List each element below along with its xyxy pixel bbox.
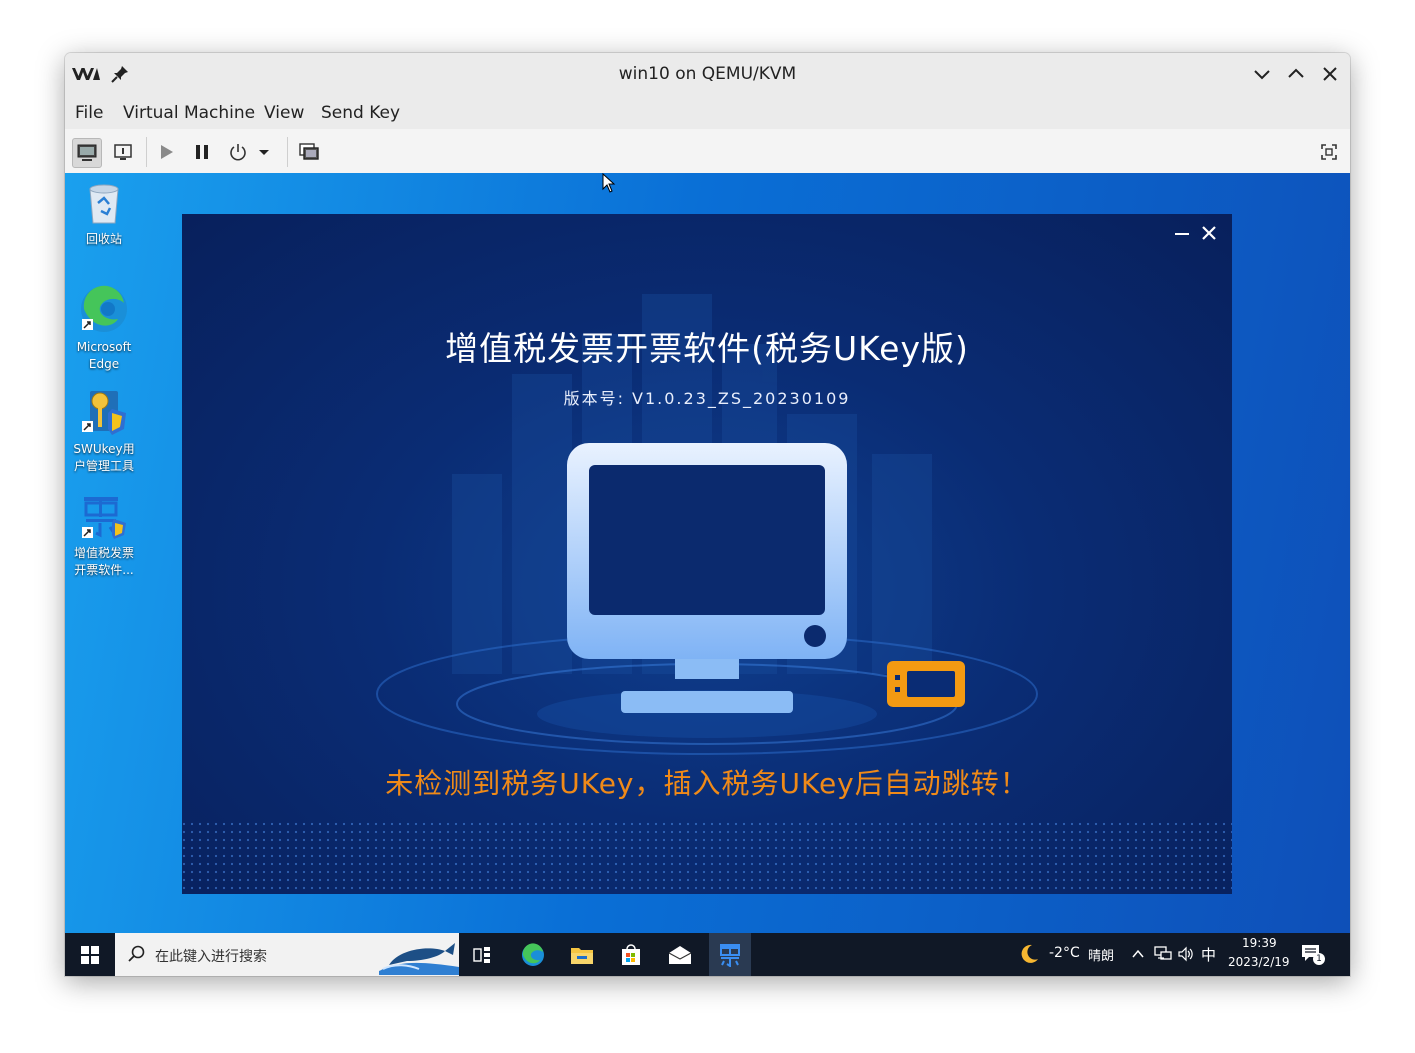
desktop-icon-label: 增值税发票	[73, 546, 134, 560]
vm-window: win10 on QEMU/KVM File Virtual Machine V…	[65, 53, 1350, 976]
shutdown-button[interactable]	[224, 138, 252, 166]
desktop-icon-invoice-software[interactable]: 增值税发票 开票软件...	[69, 493, 139, 579]
start-button[interactable]	[73, 939, 107, 971]
taskbar-store[interactable]	[614, 939, 648, 971]
fullscreen-button[interactable]	[1315, 138, 1343, 166]
action-center-button[interactable]: 1	[1301, 943, 1327, 967]
invoice-ticket-icon	[720, 943, 740, 967]
menu-send-key[interactable]: Send Key	[321, 103, 400, 123]
weather-temperature[interactable]: -2°C	[1049, 945, 1080, 961]
desktop-icon-label: Edge	[88, 357, 120, 371]
app-minimize-icon[interactable]	[1174, 226, 1190, 242]
weather-moon-icon[interactable]	[1018, 943, 1040, 965]
tray-overflow-chevron-icon[interactable]	[1131, 947, 1145, 961]
invoice-app-window: 增值税发票开票软件(税务UKey版) 版本号: V1.0.23_ZS_20230…	[182, 214, 1232, 894]
vm-display[interactable]: 回收站 Microsoft Edge SWUkey用 户管理工具 增值税发票 开…	[65, 173, 1350, 976]
store-icon	[622, 944, 640, 965]
title-bar: win10 on QEMU/KVM	[65, 53, 1350, 95]
pause-icon	[196, 145, 208, 159]
desktop-icon-label: Microsoft	[76, 340, 132, 354]
search-highlight-whale-graphic	[379, 943, 459, 975]
invoice-ticket-icon	[82, 497, 126, 539]
run-button[interactable]	[152, 138, 180, 166]
app-title: 增值税发票开票软件(税务UKey版)	[445, 329, 969, 368]
menu-file[interactable]: File	[75, 103, 103, 123]
folder-icon	[571, 948, 593, 964]
desktop-icon-recycle-bin[interactable]: 回收站	[69, 181, 139, 248]
task-view-button[interactable]	[465, 939, 499, 971]
close-icon[interactable]	[1318, 62, 1342, 86]
recycle-bin-icon	[89, 184, 119, 224]
windows-logo-icon	[81, 946, 99, 964]
details-view-button[interactable]	[109, 138, 137, 166]
monitor-illustration	[567, 443, 965, 713]
taskbar-edge[interactable]	[516, 939, 550, 971]
search-icon	[128, 945, 145, 962]
clock-time[interactable]: 19:39	[1242, 936, 1277, 950]
desktop-icon-label: 户管理工具	[73, 459, 134, 473]
toolbar	[65, 129, 1350, 174]
task-view-icon	[473, 947, 490, 963]
window-title: win10 on QEMU/KVM	[618, 64, 797, 84]
app-close-icon[interactable]	[1200, 224, 1218, 242]
console-view-button[interactable]	[72, 138, 102, 168]
toolbar-separator	[287, 137, 288, 167]
maximize-icon[interactable]	[1284, 62, 1308, 86]
monitor-icon	[77, 144, 97, 161]
ime-indicator[interactable]: 中	[1201, 944, 1216, 965]
ukey-warning-message: 未检测到税务UKey，插入税务UKey后自动跳转！	[385, 767, 1029, 800]
volume-icon[interactable]	[1177, 946, 1195, 962]
taskbar-invoice-app[interactable]	[709, 933, 751, 976]
minimize-icon[interactable]	[1250, 62, 1274, 86]
pause-button[interactable]	[188, 138, 216, 166]
network-icon[interactable]	[1154, 946, 1172, 962]
notification-count-badge: 1	[1313, 953, 1325, 965]
clock-date[interactable]: 2023/2/19	[1228, 955, 1290, 969]
toolbar-separator	[146, 137, 147, 167]
edge-icon	[522, 943, 544, 966]
mouse-cursor-icon	[602, 173, 616, 193]
windows-taskbar: 在此键入进行搜索 -2°C 晴朗 中 19:39 2023/2/19 1	[65, 933, 1350, 976]
desktop-icon-swukey[interactable]: SWUkey用 户管理工具	[69, 389, 139, 475]
app-version: 版本号: V1.0.23_ZS_20230109	[563, 389, 851, 408]
snapshots-button[interactable]	[295, 138, 323, 166]
taskbar-file-explorer[interactable]	[565, 939, 599, 971]
edge-icon	[81, 285, 127, 332]
snapshot-icon	[299, 143, 319, 160]
power-icon	[230, 144, 246, 161]
play-icon	[161, 145, 173, 159]
desktop-icon-label: 回收站	[85, 232, 122, 246]
weather-condition[interactable]: 晴朗	[1088, 945, 1114, 964]
fullscreen-icon	[1321, 144, 1337, 160]
search-placeholder: 在此键入进行搜索	[155, 949, 267, 965]
shutdown-menu-button[interactable]	[256, 138, 272, 166]
info-icon	[114, 144, 132, 160]
mail-icon	[668, 946, 692, 964]
menu-view[interactable]: View	[264, 103, 304, 123]
key-shield-icon	[82, 391, 126, 435]
desktop-icon-label: SWUkey用	[73, 442, 135, 456]
dropdown-arrow-icon	[259, 150, 269, 155]
taskbar-search-box[interactable]: 在此键入进行搜索	[115, 933, 459, 976]
desktop-icon-label: 开票软件...	[74, 563, 134, 577]
menu-bar: File Virtual Machine View Send Key	[65, 95, 1350, 129]
desktop-icon-edge[interactable]: Microsoft Edge	[69, 283, 139, 373]
taskbar-mail[interactable]	[663, 939, 697, 971]
menu-virtual-machine[interactable]: Virtual Machine	[123, 103, 255, 123]
